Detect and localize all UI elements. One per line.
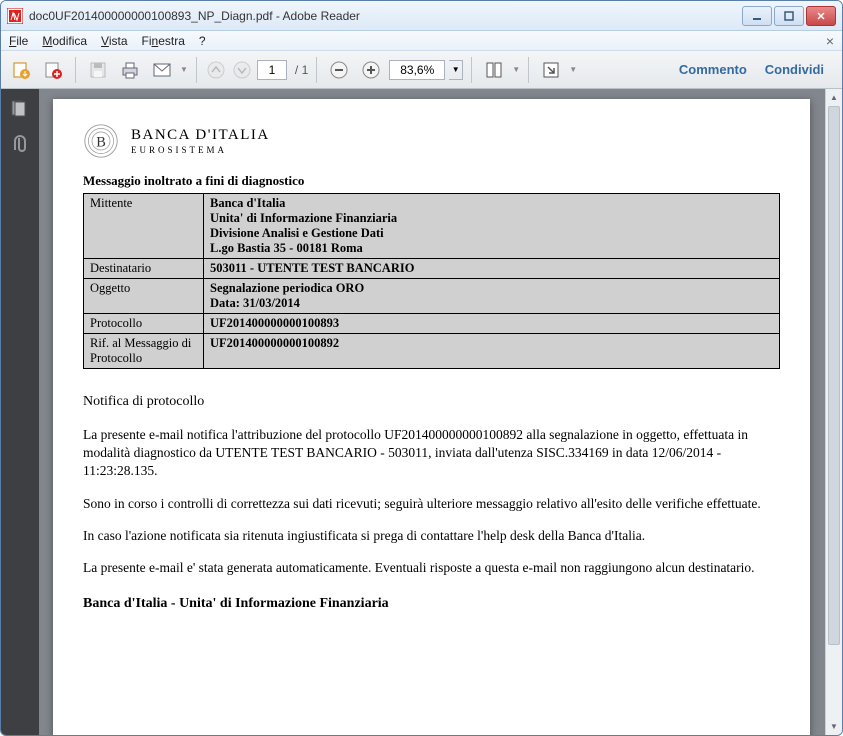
table-row: Protocollo UF201400000000100893 xyxy=(84,314,780,334)
page-total-label: / 1 xyxy=(295,63,308,77)
zoom-input[interactable] xyxy=(389,60,445,80)
notification-heading: Notifica di protocollo xyxy=(83,393,780,412)
menu-close-x[interactable]: × xyxy=(826,33,834,49)
rif-label: Rif. al Messaggio di Protocollo xyxy=(84,334,204,369)
bank-logo-mark-icon: B xyxy=(83,123,119,159)
maximize-button[interactable] xyxy=(774,6,804,26)
thumbnails-panel-icon[interactable] xyxy=(9,99,31,121)
app-window: doc0UF201400000000100893_NP_Diagn.pdf - … xyxy=(0,0,843,736)
zoom-dropdown-icon[interactable]: ▼ xyxy=(449,60,463,80)
sidebar xyxy=(1,89,39,735)
condividi-button[interactable]: Condividi xyxy=(765,62,824,77)
logo-title: BANCA D'ITALIA xyxy=(131,128,270,143)
logo-subtitle: EUROSISTEMA xyxy=(131,146,270,155)
oggetto-value: Segnalazione periodica ORO Data: 31/03/2… xyxy=(204,279,780,314)
menubar: File Modifica Vista Finestra ? × xyxy=(1,31,842,51)
table-row: Oggetto Segnalazione periodica ORO Data:… xyxy=(84,279,780,314)
svg-text:B: B xyxy=(96,134,106,150)
toolbar: ▼ / 1 ▼ ▼ ▼ Commento Condividi xyxy=(1,51,842,89)
body-paragraph: La presente e-mail notifica l'attribuzio… xyxy=(83,426,780,481)
menu-help[interactable]: ? xyxy=(199,34,206,48)
fit-page-button[interactable] xyxy=(480,56,508,84)
commento-button[interactable]: Commento xyxy=(679,62,747,77)
toolbar-separator xyxy=(528,57,529,83)
read-dropdown-icon[interactable]: ▼ xyxy=(569,65,577,74)
bank-logo-text: BANCA D'ITALIA EUROSISTEMA xyxy=(131,128,270,155)
table-row: Mittente Banca d'Italia Unita' di Inform… xyxy=(84,194,780,259)
toolbar-separator xyxy=(471,57,472,83)
body-paragraph: La presente e-mail e' stata generata aut… xyxy=(83,559,780,577)
page-down-button[interactable] xyxy=(231,56,253,84)
email-button[interactable] xyxy=(148,56,176,84)
read-mode-button[interactable] xyxy=(537,56,565,84)
window-title: doc0UF201400000000100893_NP_Diagn.pdf - … xyxy=(29,9,742,23)
fit-dropdown-icon[interactable]: ▼ xyxy=(512,65,520,74)
create-pdf-button[interactable] xyxy=(39,56,67,84)
message-heading: Messaggio inoltrato a fini di diagnostic… xyxy=(83,173,780,189)
page-number-input[interactable] xyxy=(257,60,287,80)
body-paragraph: In caso l'azione notificata sia ritenuta… xyxy=(83,527,780,545)
body-paragraph: Sono in corso i controlli di correttezza… xyxy=(83,495,780,513)
bank-logo: B BANCA D'ITALIA EUROSISTEMA xyxy=(83,123,780,159)
rif-value: UF201400000000100892 xyxy=(204,334,780,369)
print-button[interactable] xyxy=(116,56,144,84)
protocollo-label: Protocollo xyxy=(84,314,204,334)
zoom-out-button[interactable] xyxy=(325,56,353,84)
menu-vista[interactable]: Vista xyxy=(101,34,127,48)
table-row: Rif. al Messaggio di Protocollo UF201400… xyxy=(84,334,780,369)
document-viewport[interactable]: B BANCA D'ITALIA EUROSISTEMA Messaggio i… xyxy=(39,89,842,735)
vertical-scrollbar[interactable]: ▲ ▼ xyxy=(825,89,842,735)
window-controls xyxy=(742,6,836,26)
titlebar: doc0UF201400000000100893_NP_Diagn.pdf - … xyxy=(1,1,842,31)
export-pdf-button[interactable] xyxy=(7,56,35,84)
body-text: Notifica di protocollo La presente e-mai… xyxy=(83,393,780,614)
save-button[interactable] xyxy=(84,56,112,84)
mittente-value: Banca d'Italia Unita' di Informazione Fi… xyxy=(204,194,780,259)
menu-file[interactable]: File xyxy=(9,34,28,48)
scroll-thumb[interactable] xyxy=(828,106,840,645)
destinatario-value: 503011 - UTENTE TEST BANCARIO xyxy=(204,259,780,279)
pdf-page: B BANCA D'ITALIA EUROSISTEMA Messaggio i… xyxy=(53,99,810,735)
menu-finestra[interactable]: Finestra xyxy=(142,34,185,48)
scroll-up-icon[interactable]: ▲ xyxy=(826,89,842,106)
email-dropdown-icon[interactable]: ▼ xyxy=(180,65,188,74)
table-row: Destinatario 503011 - UTENTE TEST BANCAR… xyxy=(84,259,780,279)
close-button[interactable] xyxy=(806,6,836,26)
adobe-reader-icon xyxy=(7,8,23,24)
oggetto-label: Oggetto xyxy=(84,279,204,314)
toolbar-right-links: Commento Condividi xyxy=(679,62,836,77)
mittente-label: Mittente xyxy=(84,194,204,259)
destinatario-label: Destinatario xyxy=(84,259,204,279)
info-table: Mittente Banca d'Italia Unita' di Inform… xyxy=(83,193,780,369)
minimize-button[interactable] xyxy=(742,6,772,26)
scroll-down-icon[interactable]: ▼ xyxy=(826,718,842,735)
toolbar-separator xyxy=(75,57,76,83)
scroll-track[interactable] xyxy=(828,106,840,718)
menu-modifica[interactable]: Modifica xyxy=(42,34,87,48)
footer-line: Banca d'Italia - Unita' di Informazione … xyxy=(83,595,780,614)
toolbar-separator xyxy=(196,57,197,83)
attachments-panel-icon[interactable] xyxy=(9,135,31,157)
zoom-in-button[interactable] xyxy=(357,56,385,84)
content-area: B BANCA D'ITALIA EUROSISTEMA Messaggio i… xyxy=(1,89,842,735)
toolbar-separator xyxy=(316,57,317,83)
page-up-button[interactable] xyxy=(205,56,227,84)
protocollo-value: UF201400000000100893 xyxy=(204,314,780,334)
